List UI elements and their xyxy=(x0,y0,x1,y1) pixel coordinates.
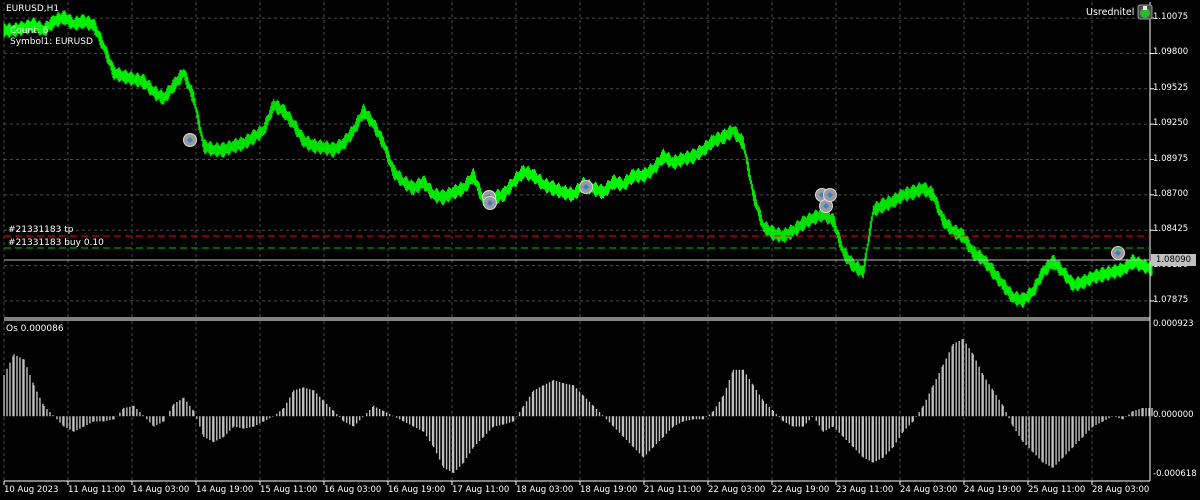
trade-marker-icon xyxy=(183,133,197,147)
overlay-count: Count: 6 xyxy=(10,26,49,36)
time-tick-label: 18 Aug 03:00 xyxy=(516,485,574,495)
current-price-tag: 1.08090 xyxy=(1151,254,1196,266)
price-tick-label: 1.08975 xyxy=(1153,153,1189,164)
time-tick-label: 11 Aug 11:00 xyxy=(68,485,126,495)
trade-label-tp: #21331183 tp xyxy=(8,225,74,235)
time-tick-label: 21 Aug 11:00 xyxy=(644,485,702,495)
time-tick-label: 14 Aug 19:00 xyxy=(196,485,254,495)
time-tick-label: 25 Aug 11:00 xyxy=(1028,485,1086,495)
price-tick-label: 1.08425 xyxy=(1153,224,1189,235)
expert-name: Usrednitel xyxy=(1086,6,1135,18)
trade-label-buy: #21331183 buy 0.10 xyxy=(8,238,104,248)
indicator-tick-label: -0.000618 xyxy=(1153,469,1197,479)
indicator-title: Os 0.000086 xyxy=(6,324,64,334)
indicator-tick-label: 0.000923 xyxy=(1153,319,1194,329)
trade-marker-icon xyxy=(823,188,837,202)
trade-marker-icon xyxy=(483,196,497,210)
time-tick-label: 16 Aug 03:00 xyxy=(324,485,382,495)
price-tick-label: 1.10075 xyxy=(1153,12,1189,23)
time-tick-label: 24 Aug 19:00 xyxy=(964,485,1022,495)
time-tick-label: 14 Aug 03:00 xyxy=(132,485,190,495)
symbol-title: EURUSD,H1 xyxy=(6,4,60,14)
time-tick-label: 22 Aug 03:00 xyxy=(708,485,766,495)
time-tick-label: 24 Aug 03:00 xyxy=(900,485,958,495)
price-tick-label: 1.09250 xyxy=(1153,118,1189,129)
time-tick-label: 16 Aug 19:00 xyxy=(388,485,446,495)
trade-marker-icon xyxy=(579,180,593,194)
chart-canvas[interactable] xyxy=(0,0,1200,500)
time-tick-label: 22 Aug 19:00 xyxy=(772,485,830,495)
expert-advisor-badge[interactable]: Usrednitel xyxy=(1086,4,1153,20)
time-tick-label: 15 Aug 11:00 xyxy=(260,485,318,495)
time-tick-label: 28 Aug 03:00 xyxy=(1092,485,1150,495)
price-tick-label: 1.09525 xyxy=(1153,82,1189,93)
price-tick-label: 1.09800 xyxy=(1153,47,1189,58)
smiley-icon xyxy=(1137,4,1153,20)
time-tick-label: 23 Aug 11:00 xyxy=(836,485,894,495)
time-tick-label: 10 Aug 2023 xyxy=(4,485,59,495)
indicator-tick-label: 0.000000 xyxy=(1153,410,1194,421)
overlay-symbol: Symbol1: EURUSD xyxy=(10,37,93,47)
chart-window[interactable]: EURUSD,H1 Count: 6 Symbol1: EURUSD #2133… xyxy=(0,0,1200,500)
price-tick-label: 1.07875 xyxy=(1153,294,1189,305)
time-tick-label: 18 Aug 19:00 xyxy=(580,485,638,495)
price-tick-label: 1.08700 xyxy=(1153,188,1189,199)
time-tick-label: 17 Aug 11:00 xyxy=(452,485,510,495)
